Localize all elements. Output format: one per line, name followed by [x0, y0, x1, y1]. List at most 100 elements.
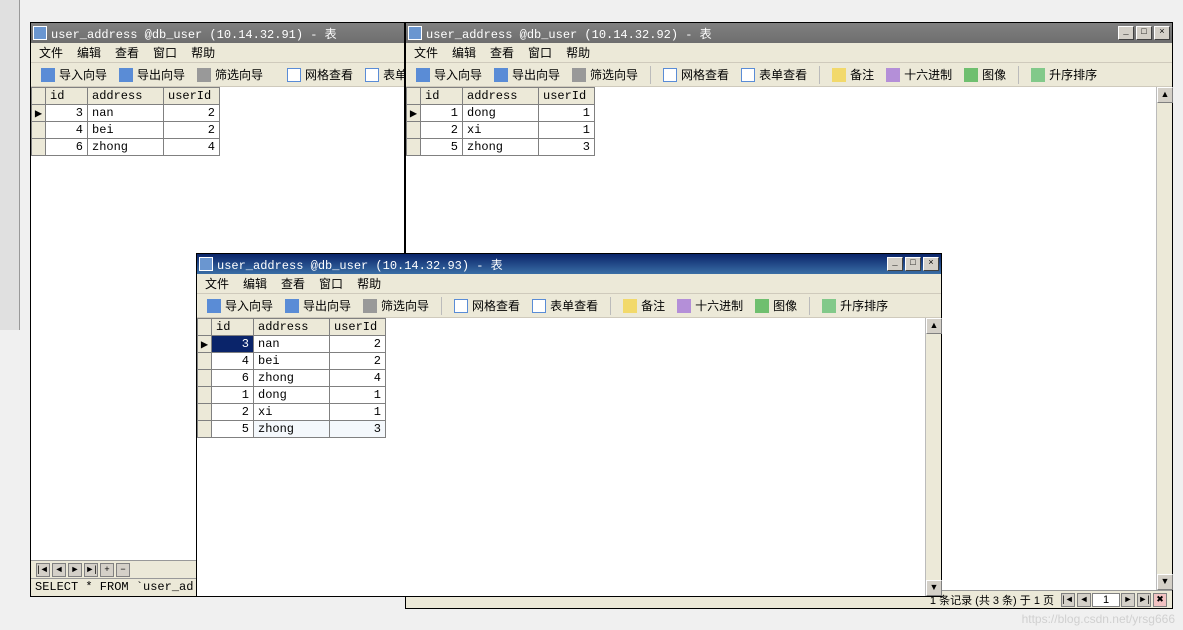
import-button[interactable]: 导入向导 [35, 64, 113, 85]
export-button[interactable]: 导出向导 [488, 64, 566, 85]
scroll-up[interactable]: ▲ [926, 318, 942, 334]
menu-file[interactable]: 文件 [39, 44, 63, 61]
col-id[interactable]: id [421, 88, 463, 105]
cell-address[interactable]: bei [254, 353, 330, 370]
col-userid[interactable]: userId [164, 88, 220, 105]
filter-button[interactable]: 筛选向导 [191, 64, 269, 85]
table-row[interactable]: ▶3nan2 [198, 336, 386, 353]
col-userid[interactable]: userId [330, 319, 386, 336]
table-row[interactable]: ▶1dong1 [407, 105, 595, 122]
table-row[interactable]: 2xi1 [198, 404, 386, 421]
cell-address[interactable]: bei [88, 122, 164, 139]
filter-button[interactable]: 筛选向导 [357, 295, 435, 316]
gridview-button[interactable]: 网格查看 [281, 64, 359, 85]
cell-address[interactable]: zhong [254, 370, 330, 387]
image-button[interactable]: 图像 [749, 295, 803, 316]
cell-address[interactable]: nan [254, 336, 330, 353]
page-input[interactable] [1092, 593, 1120, 607]
col-address[interactable]: address [88, 88, 164, 105]
close-button[interactable]: × [1154, 26, 1170, 40]
gridview-button[interactable]: 网格查看 [448, 295, 526, 316]
titlebar[interactable]: user_address @db_user (10.14.32.91) - 表 [31, 23, 404, 43]
formview-button[interactable]: 表单查看 [735, 64, 813, 85]
import-button[interactable]: 导入向导 [201, 295, 279, 316]
menu-window[interactable]: 窗口 [528, 44, 552, 61]
cell-id[interactable]: 3 [212, 336, 254, 353]
cell-id[interactable]: 6 [212, 370, 254, 387]
cell-userid[interactable]: 2 [330, 353, 386, 370]
menu-help[interactable]: 帮助 [191, 44, 215, 61]
cell-id[interactable]: 5 [421, 139, 463, 156]
first-button[interactable]: |◄ [36, 563, 50, 577]
col-userid[interactable]: userId [539, 88, 595, 105]
cell-userid[interactable]: 3 [330, 421, 386, 438]
col-address[interactable]: address [254, 319, 330, 336]
table-row[interactable]: ▶3nan2 [32, 105, 220, 122]
vertical-scrollbar[interactable]: ▲ ▼ [1156, 87, 1172, 590]
cell-userid[interactable]: 1 [539, 122, 595, 139]
cell-id[interactable]: 2 [421, 122, 463, 139]
cell-address[interactable]: nan [88, 105, 164, 122]
data-grid[interactable]: id address userId ▶3nan24bei26zhong4 [31, 87, 220, 156]
minimize-button[interactable]: _ [887, 257, 903, 271]
next-button[interactable]: ► [68, 563, 82, 577]
close-button[interactable]: × [923, 257, 939, 271]
hex-button[interactable]: 十六进制 [671, 295, 749, 316]
filter-button[interactable]: 筛选向导 [566, 64, 644, 85]
cell-id[interactable]: 5 [212, 421, 254, 438]
menu-view[interactable]: 查看 [115, 44, 139, 61]
cell-address[interactable]: xi [254, 404, 330, 421]
table-row[interactable]: 4bei2 [198, 353, 386, 370]
import-button[interactable]: 导入向导 [410, 64, 488, 85]
hex-button[interactable]: 十六进制 [880, 64, 958, 85]
menu-file[interactable]: 文件 [414, 44, 438, 61]
cell-userid[interactable]: 2 [164, 105, 220, 122]
cell-address[interactable]: zhong [254, 421, 330, 438]
export-button[interactable]: 导出向导 [279, 295, 357, 316]
stop-button[interactable]: ✖ [1153, 593, 1167, 607]
cell-userid[interactable]: 4 [164, 139, 220, 156]
cell-userid[interactable]: 2 [164, 122, 220, 139]
table-row[interactable]: 6zhong4 [198, 370, 386, 387]
formview-button[interactable]: 表单查看 [526, 295, 604, 316]
cell-address[interactable]: xi [463, 122, 539, 139]
table-row[interactable]: 2xi1 [407, 122, 595, 139]
prev-button[interactable]: ◄ [1077, 593, 1091, 607]
col-id[interactable]: id [212, 319, 254, 336]
cell-userid[interactable]: 1 [330, 387, 386, 404]
image-button[interactable]: 图像 [958, 64, 1012, 85]
col-address[interactable]: address [463, 88, 539, 105]
scroll-up[interactable]: ▲ [1157, 87, 1173, 103]
table-row[interactable]: 1dong1 [198, 387, 386, 404]
table-row[interactable]: 5zhong3 [198, 421, 386, 438]
prev-button[interactable]: ◄ [52, 563, 66, 577]
cell-userid[interactable]: 2 [330, 336, 386, 353]
table-row[interactable]: 4bei2 [32, 122, 220, 139]
menu-edit[interactable]: 编辑 [452, 44, 476, 61]
menu-help[interactable]: 帮助 [357, 275, 381, 292]
last-button[interactable]: ►| [1137, 593, 1151, 607]
export-button[interactable]: 导出向导 [113, 64, 191, 85]
menu-edit[interactable]: 编辑 [77, 44, 101, 61]
cell-userid[interactable]: 1 [539, 105, 595, 122]
cell-userid[interactable]: 1 [330, 404, 386, 421]
cell-id[interactable]: 6 [46, 139, 88, 156]
menu-view[interactable]: 查看 [281, 275, 305, 292]
first-button[interactable]: |◄ [1061, 593, 1075, 607]
cell-id[interactable]: 2 [212, 404, 254, 421]
memo-button[interactable]: 备注 [826, 64, 880, 85]
cell-id[interactable]: 3 [46, 105, 88, 122]
menu-window[interactable]: 窗口 [153, 44, 177, 61]
cell-address[interactable]: zhong [463, 139, 539, 156]
cell-address[interactable]: zhong [88, 139, 164, 156]
minimize-button[interactable]: _ [1118, 26, 1134, 40]
menu-edit[interactable]: 编辑 [243, 275, 267, 292]
cell-id[interactable]: 1 [212, 387, 254, 404]
cell-id[interactable]: 4 [212, 353, 254, 370]
data-grid[interactable]: id address userId ▶1dong12xi15zhong3 [406, 87, 595, 156]
next-button[interactable]: ► [1121, 593, 1135, 607]
cell-userid[interactable]: 3 [539, 139, 595, 156]
cell-userid[interactable]: 4 [330, 370, 386, 387]
table-row[interactable]: 6zhong4 [32, 139, 220, 156]
cell-address[interactable]: dong [254, 387, 330, 404]
